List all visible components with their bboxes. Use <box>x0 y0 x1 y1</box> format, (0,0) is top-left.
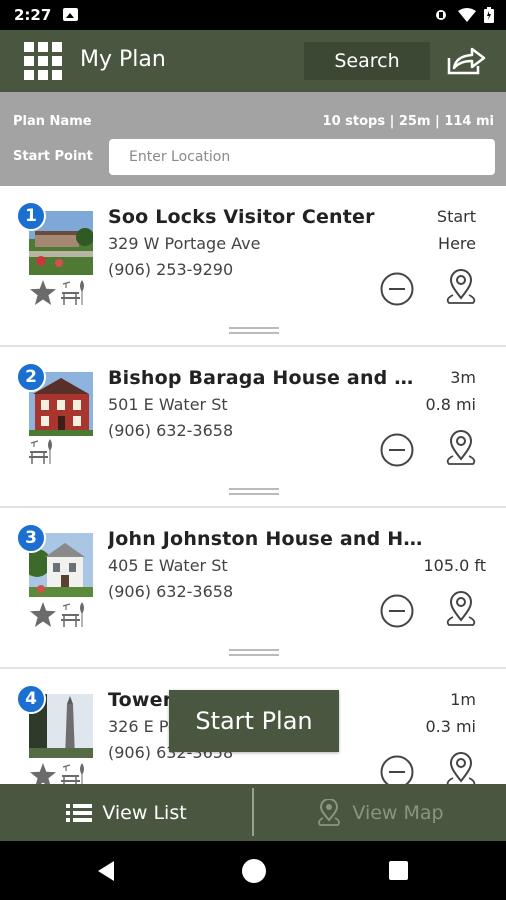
remove-stop-icon[interactable] <box>380 272 414 306</box>
start-location-input[interactable] <box>109 139 495 175</box>
search-button[interactable]: Search <box>304 42 430 80</box>
stop-phone[interactable]: (906) 632-3658 <box>108 421 233 440</box>
remove-stop-icon[interactable] <box>380 594 414 628</box>
stop-travel-time: 1m <box>450 690 476 709</box>
start-plan-button[interactable]: Start Plan <box>169 690 339 752</box>
stop-distance: 105.0 ft <box>423 556 486 575</box>
stop-distance: Here <box>438 234 476 253</box>
remove-stop-icon[interactable] <box>380 755 414 784</box>
stop-address: 329 W Portage Ave <box>108 234 261 253</box>
start-point-label: Start Point <box>13 149 93 164</box>
plan-name-label: Plan Name <box>13 114 92 129</box>
picnic-bench-icon <box>61 280 84 305</box>
favorite-star-icon[interactable] <box>30 602 56 627</box>
stop-name[interactable]: John Johnston House and Historic <box>108 528 423 550</box>
stop-travel-time: 3m <box>450 368 476 387</box>
stop-phone[interactable]: (906) 632-3658 <box>108 582 233 601</box>
favorite-star-icon[interactable] <box>30 763 56 784</box>
stop-phone[interactable]: (906) 253-9290 <box>108 260 233 279</box>
vibrate-icon <box>436 10 446 20</box>
bottom-nav: View List View Map <box>0 784 506 841</box>
stop-name[interactable]: Bishop Baraga House and Historic <box>108 367 423 389</box>
wifi-icon <box>458 8 476 22</box>
stop-number-badge: 1 <box>16 201 46 231</box>
stop-travel-time: Start <box>436 207 476 226</box>
remove-stop-icon[interactable] <box>380 433 414 467</box>
plan-info-bar: Plan Name 10 stops | 25m | 114 mi Start … <box>0 92 506 186</box>
system-nav-bar <box>0 841 506 900</box>
view-map-label: View Map <box>352 801 444 824</box>
map-pin-icon[interactable] <box>443 268 479 306</box>
picnic-bench-icon <box>61 602 84 627</box>
status-icons <box>432 7 494 23</box>
battery-icon <box>484 7 494 23</box>
list-item[interactable]: 1 Soo Locks Visitor Center 329 W Portage… <box>0 186 506 347</box>
stop-number-badge: 4 <box>16 684 46 714</box>
stop-number-badge: 2 <box>16 362 46 392</box>
stop-address: 405 E Water St <box>108 556 228 575</box>
list-icon <box>66 803 93 822</box>
map-pin-icon[interactable] <box>443 751 479 784</box>
drag-handle[interactable] <box>229 488 279 495</box>
view-list-label: View List <box>102 801 187 824</box>
status-bar: 2:27 <box>0 0 506 30</box>
drag-handle[interactable] <box>229 649 279 656</box>
drag-handle[interactable] <box>229 327 279 334</box>
back-icon[interactable] <box>96 860 116 882</box>
stop-name[interactable]: Soo Locks Visitor Center <box>108 206 423 228</box>
view-list-tab[interactable]: View List <box>0 784 253 841</box>
stop-number-badge: 3 <box>16 523 46 553</box>
map-pin-icon[interactable] <box>443 590 479 628</box>
favorite-star-icon[interactable] <box>30 280 56 305</box>
stop-address: 501 E Water St <box>108 395 228 414</box>
stop-distance: 0.8 mi <box>425 395 476 414</box>
home-icon[interactable] <box>242 859 266 883</box>
menu-grid-icon[interactable] <box>24 42 62 80</box>
picnic-bench-icon <box>29 439 52 464</box>
map-pin-icon <box>318 798 341 826</box>
view-map-tab[interactable]: View Map <box>254 784 506 841</box>
plan-stats: 10 stops | 25m | 114 mi <box>322 114 494 129</box>
map-pin-icon[interactable] <box>443 429 479 467</box>
share-icon[interactable] <box>446 44 486 76</box>
status-time: 2:27 <box>14 6 52 24</box>
photo-notification-icon <box>63 8 78 21</box>
list-item[interactable]: 2 Bishop Baraga House and Historic 501 E… <box>0 347 506 508</box>
stop-distance: 0.3 mi <box>425 717 476 736</box>
recent-apps-icon[interactable] <box>389 861 408 880</box>
picnic-bench-icon <box>61 763 84 784</box>
app-header: My Plan Search <box>0 30 506 92</box>
page-title: My Plan <box>80 47 166 72</box>
list-item[interactable]: 3 John Johnston House and Historic 405 E… <box>0 508 506 669</box>
